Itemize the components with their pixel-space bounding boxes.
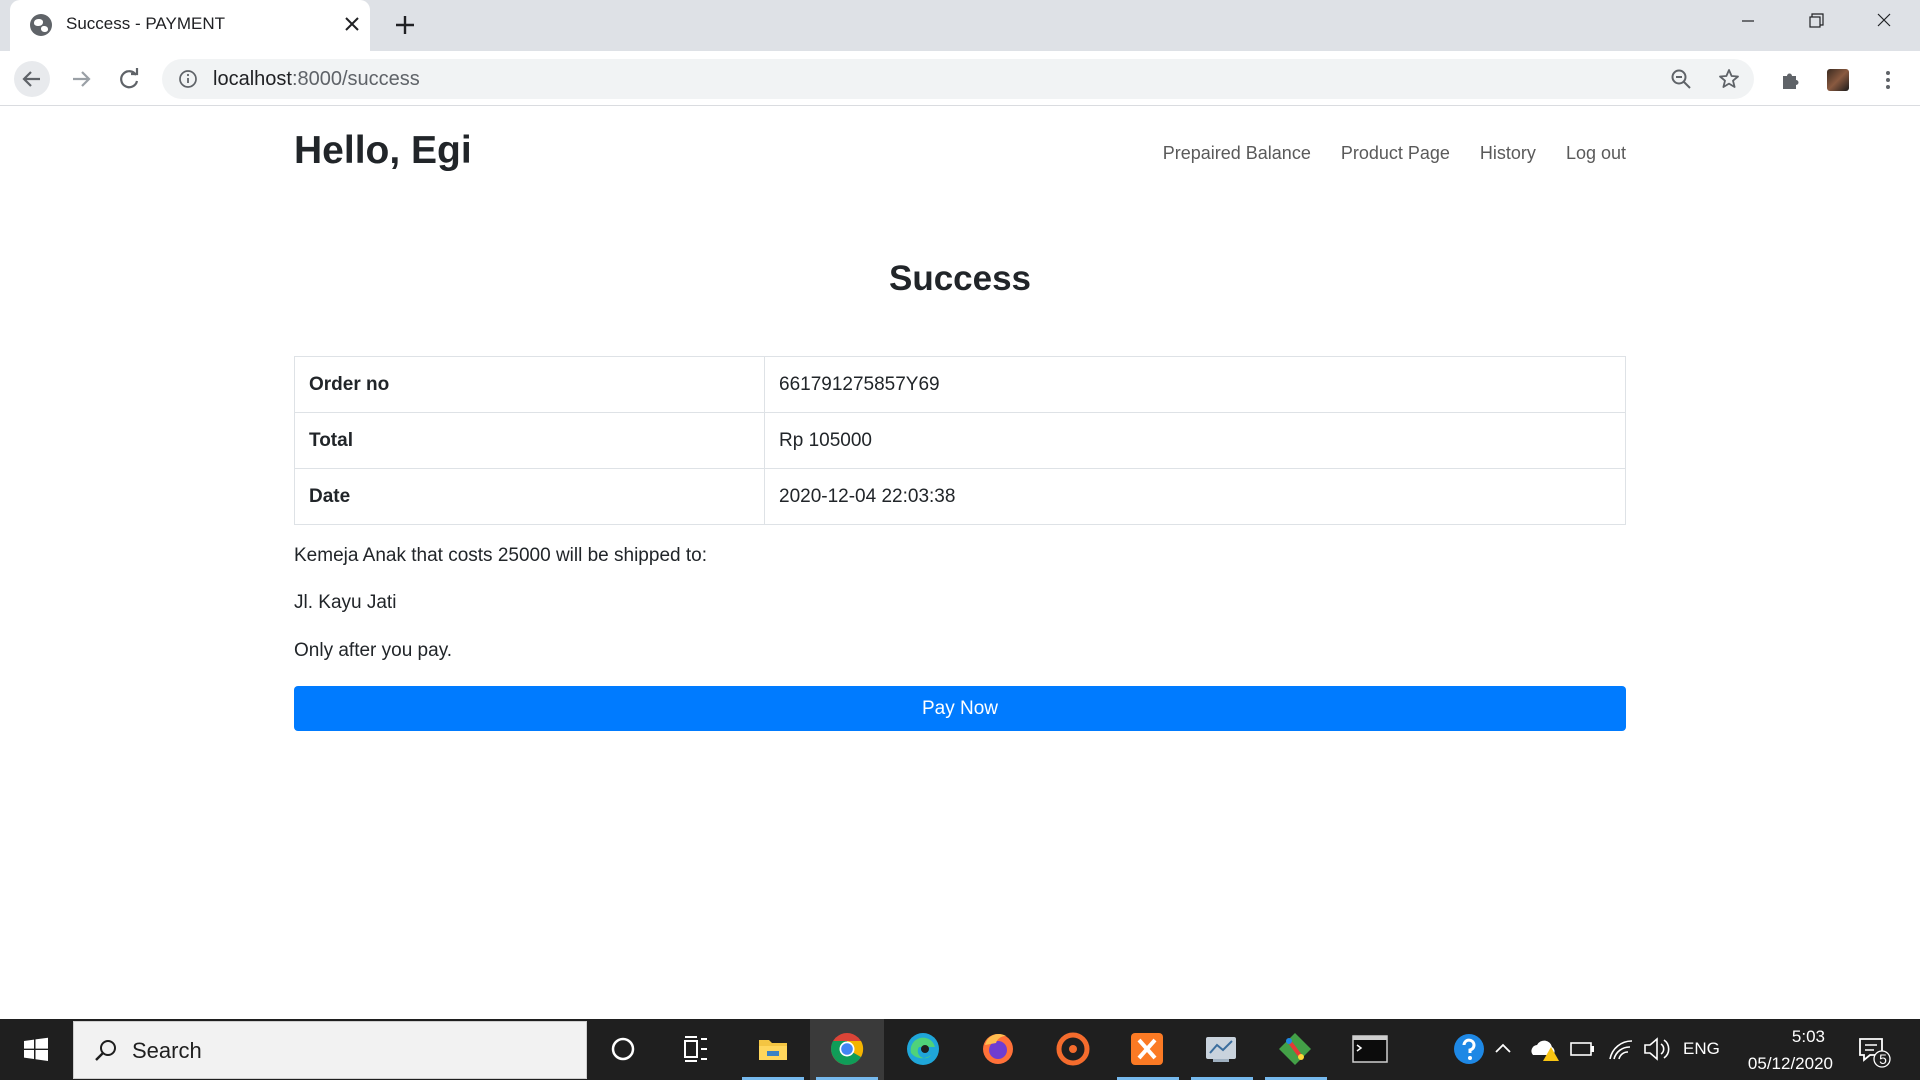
- nav-product-page[interactable]: Product Page: [1341, 143, 1450, 164]
- clock-time[interactable]: 5:03: [1740, 1027, 1825, 1047]
- site-info-icon[interactable]: [178, 69, 198, 89]
- globe-icon: [30, 14, 52, 36]
- page-viewport: Hello, Egi Prepaired Balance Product Pag…: [0, 107, 1920, 1019]
- brand-greeting[interactable]: Hello, Egi: [294, 129, 472, 173]
- window-close-icon[interactable]: [1850, 0, 1918, 44]
- back-arrow-icon[interactable]: [14, 61, 50, 97]
- zoom-icon[interactable]: [1669, 67, 1693, 91]
- language-indicator[interactable]: ENG: [1683, 1039, 1720, 1059]
- search-icon: [95, 1040, 116, 1061]
- shipping-text: Kemeja Anak that costs 25000 will be shi…: [294, 545, 707, 566]
- payment-note: Only after you pay.: [294, 640, 453, 661]
- search-placeholder: Search: [132, 1038, 202, 1063]
- extensions-puzzle-icon[interactable]: [1778, 67, 1804, 93]
- task-view-icon[interactable]: [674, 1027, 718, 1071]
- cortana-icon[interactable]: [601, 1027, 645, 1071]
- browser-toolbar: localhost:8000/success: [0, 51, 1920, 106]
- windows-taskbar: Search ENG 5:03 05/12/2020 5: [0, 1019, 1920, 1080]
- minimize-icon[interactable]: [1714, 0, 1782, 44]
- chevron-up-icon[interactable]: [1488, 1027, 1518, 1071]
- battery-icon[interactable]: [1567, 1027, 1599, 1071]
- onedrive-warning-icon[interactable]: [1527, 1027, 1563, 1071]
- browser-tab[interactable]: Success - PAYMENT: [10, 0, 370, 51]
- restore-icon[interactable]: [1782, 0, 1850, 44]
- reload-icon[interactable]: [111, 61, 147, 97]
- total-value: Rp 105000: [764, 412, 1626, 469]
- url-text[interactable]: localhost:8000/success: [213, 68, 420, 91]
- git-icon[interactable]: [1273, 1027, 1317, 1071]
- table-row: Date 2020-12-04 22:03:38: [294, 468, 1626, 525]
- order-no-label: Order no: [294, 356, 765, 413]
- nav-logout[interactable]: Log out: [1566, 143, 1626, 164]
- tab-title: Success - PAYMENT: [66, 14, 226, 33]
- volume-icon[interactable]: [1640, 1027, 1672, 1071]
- more-menu-icon[interactable]: [1876, 67, 1900, 93]
- pay-now-button[interactable]: Pay Now: [294, 686, 1626, 731]
- forward-arrow-icon[interactable]: [63, 61, 99, 97]
- taskbar-search[interactable]: Search: [73, 1021, 587, 1079]
- chrome-icon[interactable]: [825, 1027, 869, 1071]
- firefox-icon[interactable]: [976, 1027, 1020, 1071]
- shipping-address: Jl. Kayu Jati: [294, 592, 397, 613]
- nav-history[interactable]: History: [1480, 143, 1536, 164]
- close-tab-icon[interactable]: [338, 10, 366, 38]
- windows-start-icon[interactable]: [0, 1019, 72, 1080]
- nav-prepaid-balance[interactable]: Prepaired Balance: [1163, 143, 1311, 164]
- notification-count: 5: [1879, 1051, 1887, 1067]
- new-tab-icon[interactable]: [390, 10, 420, 40]
- order-details-table: Order no 661791275857Y69 Total Rp 105000…: [294, 356, 1626, 525]
- edge-icon[interactable]: [901, 1027, 945, 1071]
- table-row: Total Rp 105000: [294, 412, 1626, 469]
- origin-icon[interactable]: [1051, 1027, 1095, 1071]
- app-icon[interactable]: [1199, 1027, 1243, 1071]
- browser-tabstrip: Success - PAYMENT: [0, 0, 1920, 51]
- order-no-value: 661791275857Y69: [764, 356, 1626, 413]
- bookmark-star-icon[interactable]: [1717, 67, 1741, 91]
- terminal-icon[interactable]: [1348, 1027, 1392, 1071]
- top-nav: Prepaired Balance Product Page History L…: [1163, 143, 1626, 164]
- address-bar[interactable]: localhost:8000/success: [162, 59, 1754, 99]
- date-label: Date: [294, 468, 765, 525]
- date-value: 2020-12-04 22:03:38: [764, 468, 1626, 525]
- table-row: Order no 661791275857Y69: [294, 356, 1626, 413]
- profile-avatar[interactable]: [1827, 69, 1849, 91]
- total-label: Total: [294, 412, 765, 469]
- wifi-icon[interactable]: [1604, 1027, 1636, 1071]
- help-icon[interactable]: [1447, 1027, 1491, 1071]
- clock-date[interactable]: 05/12/2020: [1733, 1054, 1833, 1074]
- xampp-icon[interactable]: [1125, 1027, 1169, 1071]
- page-title: Success: [888, 259, 1032, 298]
- file-explorer-icon[interactable]: [751, 1027, 795, 1071]
